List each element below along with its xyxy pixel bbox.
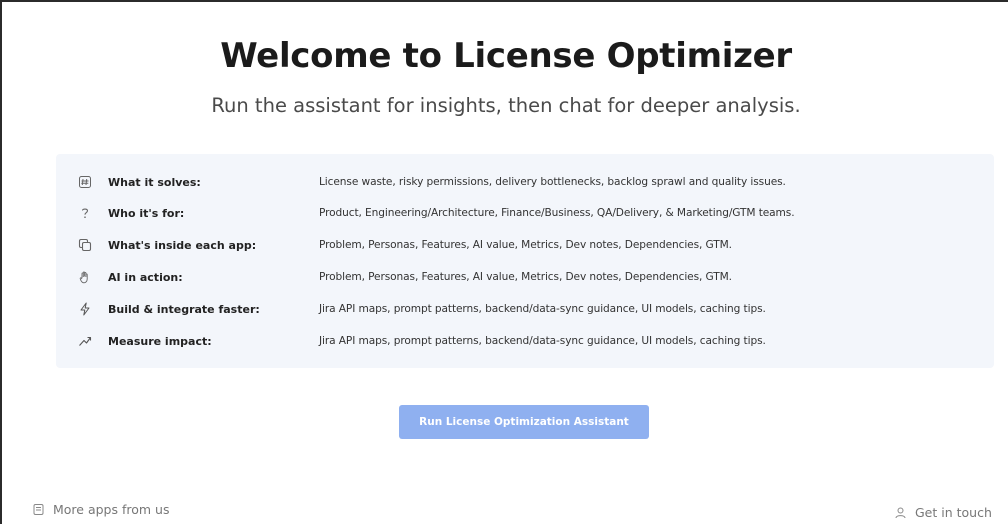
feature-label: What it solves: [108, 175, 201, 189]
feature-label: Measure impact: [108, 334, 212, 348]
feature-row-who-its-for: Who it's for: Product, Engineering/Archi… [56, 198, 994, 228]
get-in-touch-label: Get in touch [915, 504, 992, 520]
feature-row-whats-inside: What's inside each app: Problem, Persona… [56, 230, 994, 260]
feature-label: AI in action: [108, 270, 183, 284]
feature-value: Product, Engineering/Architecture, Finan… [319, 207, 795, 219]
feature-row-build-integrate: Build & integrate faster: Jira API maps,… [56, 294, 994, 324]
feature-row-measure-impact: Measure impact: Jira API maps, prompt pa… [56, 326, 994, 356]
page-subtitle: Run the assistant for insights, then cha… [211, 94, 801, 117]
feature-label: Who it's for: [108, 206, 185, 220]
question-icon [76, 204, 94, 222]
more-apps-link[interactable]: More apps from us [32, 502, 169, 517]
feature-value: Jira API maps, prompt patterns, backend/… [319, 335, 766, 347]
store-icon [32, 503, 45, 516]
trend-icon [76, 332, 94, 350]
feature-panel: What it solves: License waste, risky per… [56, 154, 994, 368]
get-in-touch-link[interactable]: Get in touch [894, 502, 1008, 522]
app-window: Welcome to License Optimizer Run the ass… [0, 0, 1008, 524]
feature-row-ai-in-action: AI in action: Problem, Personas, Feature… [56, 262, 994, 292]
feature-value: License waste, risky permissions, delive… [319, 176, 786, 188]
feature-row-what-it-solves: What it solves: License waste, risky per… [56, 167, 994, 197]
run-assistant-button[interactable]: Run License Optimization Assistant [399, 405, 649, 439]
copy-icon [76, 236, 94, 254]
feature-label: What's inside each app: [108, 238, 257, 252]
feature-value: Jira API maps, prompt patterns, backend/… [319, 303, 766, 315]
feature-value: Problem, Personas, Features, AI value, M… [319, 239, 732, 251]
feature-value: Problem, Personas, Features, AI value, M… [319, 271, 732, 283]
feature-label: Build & integrate faster: [108, 302, 260, 316]
lightning-icon [76, 300, 94, 318]
hand-icon [76, 268, 94, 286]
user-icon [894, 506, 907, 519]
hash-icon [76, 173, 94, 191]
more-apps-label: More apps from us [53, 502, 170, 517]
page-title: Welcome to License Optimizer [220, 36, 792, 76]
